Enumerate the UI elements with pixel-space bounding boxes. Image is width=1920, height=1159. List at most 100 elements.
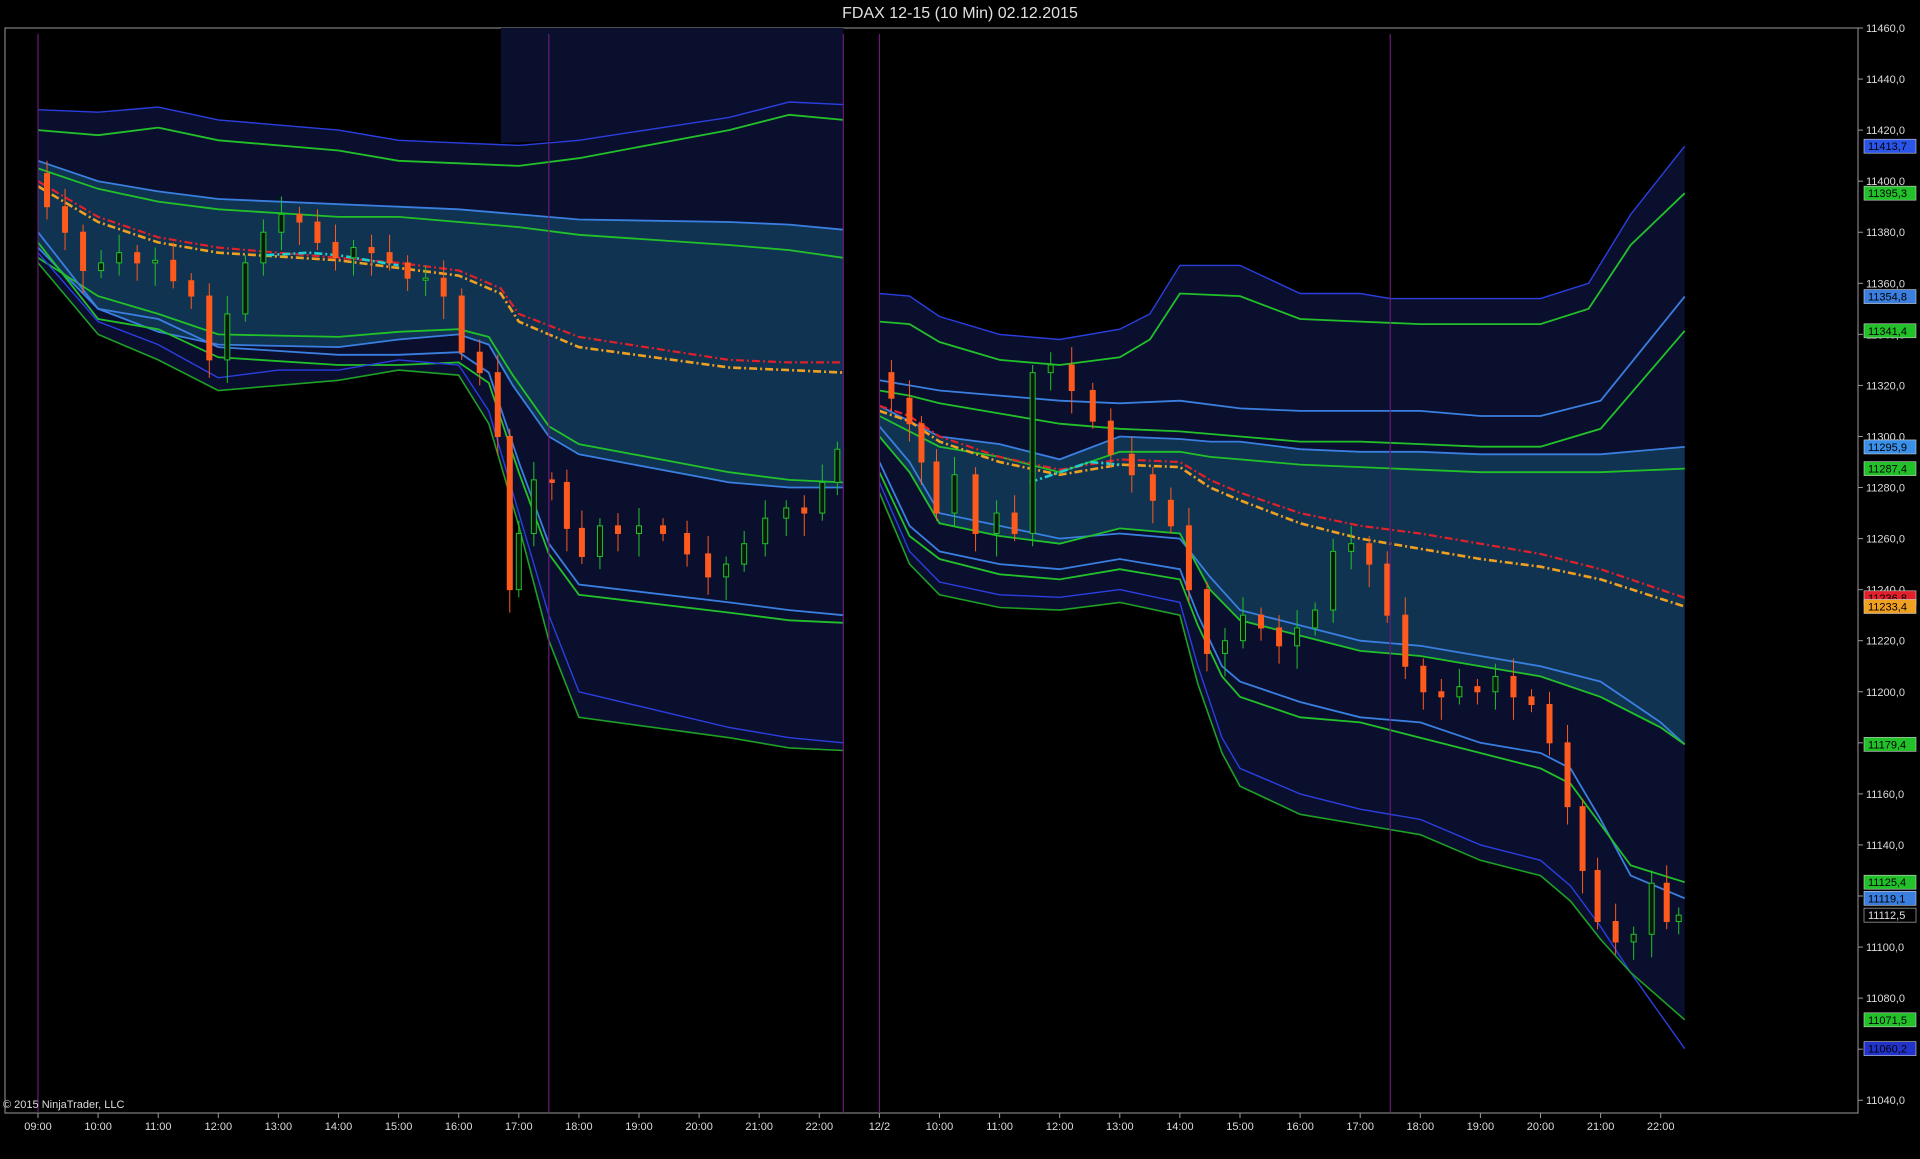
y-tick-label: 11360,0 [1866,278,1905,290]
candle-body [1128,453,1135,476]
candle-body [762,517,769,545]
chart-window: 11040,011060,011080,011100,011120,011140… [0,0,1920,1159]
candle-body [1068,364,1075,392]
price-marker: 11125,4 [1863,874,1917,890]
candle-body [906,397,913,425]
price-marker-label: 11060,2 [1868,1044,1907,1056]
y-tick-label: 11220,0 [1866,636,1905,648]
x-tick-label: 20:00 [685,1121,713,1133]
candle-body [834,448,841,483]
candle-body [224,313,231,361]
price-marker-label: 11125,4 [1868,877,1906,889]
candle-body [1594,869,1601,923]
candle-body [368,247,375,254]
price-marker-label: 11295,9 [1868,442,1907,454]
candle-body [515,532,522,591]
x-tick-label: 15:00 [385,1121,413,1133]
x-tick-label: 12:00 [1046,1121,1074,1133]
y-tick-label: 11320,0 [1866,380,1905,392]
candle-body [506,435,513,591]
price-marker: 11287,4 [1863,461,1917,476]
candle-body [494,372,501,437]
candle-body [741,543,748,565]
candle-body [80,231,87,272]
x-tick-label: 11:00 [145,1121,172,1133]
price-marker: 11295,9 [1863,439,1917,455]
y-tick-label: 11440,0 [1866,74,1905,86]
candle-body [242,262,249,315]
candle-body [1579,806,1586,871]
candle-body [1029,372,1036,534]
candle-body [578,527,585,557]
candle-body [1089,390,1096,422]
candle-body [783,507,790,519]
candle-body [1546,704,1553,744]
candle-body [62,206,69,233]
candle-body [1294,627,1301,647]
x-tick-label: 15:00 [1226,1121,1254,1133]
price-marker-label: 11341,4 [1868,326,1907,338]
price-marker: 11060,2 [1863,1041,1917,1056]
candle-body [1528,696,1535,706]
candle-body [530,479,537,534]
y-tick-label: 11080,0 [1866,993,1905,1005]
price-marker-label: 11287,4 [1868,464,1907,476]
x-tick-label: 10:00 [926,1121,954,1133]
candle-body [206,295,213,361]
price-marker: 11071,5 [1863,1012,1917,1028]
candle-body [1564,742,1571,808]
candle-body [116,252,123,264]
window-title: FDAX 12-15 (10 Min) 02.12.2015 [842,5,1078,22]
candle-body [1456,686,1463,698]
x-tick-label: 17:00 [1346,1121,1374,1133]
price-marker: 11119,1 [1863,890,1917,906]
candle-body [1240,614,1247,642]
x-tick-label: 14:00 [325,1121,353,1133]
x-tick-label: 19:00 [625,1121,653,1133]
candle-body [1474,686,1481,693]
candle-body [386,252,393,264]
price-marker: 11413,7 [1863,138,1917,154]
candle-body [152,259,159,264]
candle-body [422,277,429,281]
x-tick-label: 21:00 [745,1121,773,1133]
x-tick-label: 17:00 [505,1121,533,1133]
candle-body [972,474,979,534]
candle-body [458,295,465,353]
y-tick-label: 11280,0 [1866,483,1905,495]
candle-body [1221,640,1228,654]
candle-body [1663,882,1670,923]
price-marker: 11354,8 [1863,289,1917,304]
candle-body [1675,914,1682,923]
y-tick-label: 11380,0 [1866,227,1905,239]
price-marker: 11341,4 [1863,323,1917,339]
x-tick-label: 18:00 [565,1121,593,1133]
candle-body [1312,609,1319,629]
candle-body [1384,563,1391,616]
y-tick-label: 11200,0 [1866,687,1905,699]
price-marker-label: 11119,1 [1868,893,1905,905]
y-tick-label: 11260,0 [1866,534,1905,546]
x-tick-label: 09:00 [24,1121,52,1133]
y-tick-label: 11040,0 [1866,1095,1905,1107]
price-marker: 11233,4 [1863,599,1917,614]
x-tick-label: 16:00 [1286,1121,1314,1133]
candle-body [918,423,925,463]
candle-body [801,507,808,514]
candle-body [1107,420,1114,455]
x-tick-label: 13:00 [1106,1121,1134,1133]
candle-body [548,479,555,483]
price-marker-label: 11233,4 [1868,601,1907,613]
candle-body [314,221,321,243]
price-chart[interactable]: 11040,011060,011080,011100,011120,011140… [0,0,1920,1159]
copyright-label: © 2015 NinjaTrader, LLC [3,1099,125,1111]
x-tick-label: 13:00 [265,1121,293,1133]
price-marker-label: 11413,7 [1868,141,1907,153]
candle-body [98,262,105,272]
candle-body [951,474,958,514]
candle-body [723,563,730,578]
candle-body [660,525,667,534]
price-marker: 11179,4 [1863,737,1917,752]
candle-body [1648,882,1655,935]
candle-body [1492,675,1499,693]
